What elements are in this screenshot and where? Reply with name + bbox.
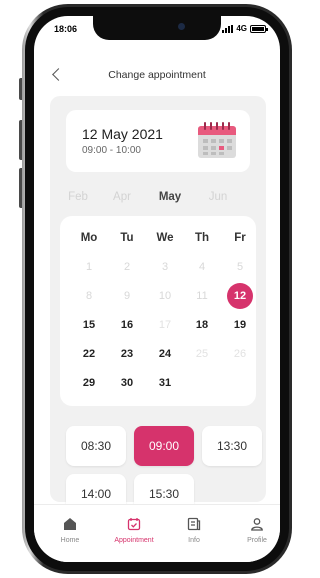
weekday-header: Fr — [234, 232, 246, 244]
weekday-header: Th — [194, 232, 210, 244]
calendar-day: 26 — [233, 348, 247, 360]
bottom-tab-bar: Home Appointment Info Profile — [34, 504, 280, 562]
tab-appointment[interactable]: Appointment — [104, 517, 164, 544]
appointment-time-range: 09:00 - 10:00 — [82, 145, 141, 156]
calendar-day[interactable]: 23 — [112, 341, 142, 367]
calendar-day: 10 — [158, 290, 172, 302]
person-icon — [227, 517, 280, 531]
calendar-day-selected[interactable]: 12 — [227, 283, 253, 309]
calendar-day[interactable]: 31 — [150, 370, 180, 396]
month-tab-jun[interactable]: Jun — [209, 191, 228, 203]
calendar-illustration-icon — [198, 122, 236, 158]
phone-frame: 18:06 4G Change appointment 12 May 2021 … — [22, 4, 292, 574]
calendar-day: 8 — [85, 290, 93, 302]
calendar-day: 5 — [236, 261, 244, 273]
calendar-day: 25 — [195, 348, 209, 360]
calendar-day: 2 — [123, 261, 131, 273]
time-slot-selected[interactable]: 09:00 — [134, 426, 194, 466]
network-label: 4G — [236, 24, 247, 33]
weekday-header: Tu — [120, 232, 134, 244]
calendar-day[interactable]: 29 — [74, 370, 104, 396]
status-indicators: 4G — [222, 24, 268, 33]
battery-icon — [250, 24, 268, 33]
tab-label: Profile — [247, 537, 267, 544]
month-tab-apr[interactable]: Apr — [113, 191, 131, 203]
tab-label: Home — [60, 537, 80, 544]
status-bar: 18:06 4G — [54, 24, 268, 40]
appointment-panel: 12 May 2021 09:00 - 10:00 Feb Apr May Ju… — [50, 96, 266, 514]
calendar-day[interactable]: 19 — [225, 312, 255, 338]
calendar-day[interactable]: 24 — [150, 341, 180, 367]
calendar-day[interactable]: 30 — [112, 370, 142, 396]
month-tab-feb[interactable]: Feb — [68, 191, 88, 203]
tab-info[interactable]: Info — [164, 517, 224, 544]
document-icon — [164, 517, 224, 531]
app-header: Change appointment — [34, 56, 280, 96]
calendar-day: 17 — [158, 319, 172, 331]
time-slot[interactable]: 13:30 — [202, 426, 262, 466]
time-slot[interactable]: 08:30 — [66, 426, 126, 466]
app-screen: 18:06 4G Change appointment 12 May 2021 … — [34, 16, 280, 562]
calendar-day: 4 — [198, 261, 206, 273]
tab-profile[interactable]: Profile — [227, 517, 280, 544]
calendar-day: 11 — [196, 290, 208, 302]
calendar-day[interactable]: 18 — [187, 312, 217, 338]
signal-icon — [222, 24, 234, 33]
home-icon — [40, 517, 100, 531]
calendar-check-icon — [104, 517, 164, 531]
phone-bezel: 18:06 4G Change appointment 12 May 2021 … — [25, 7, 289, 571]
month-selector: Feb Apr May Jun — [50, 191, 266, 207]
calendar-day: 3 — [161, 261, 169, 273]
month-tab-may[interactable]: May — [159, 191, 181, 203]
calendar-day[interactable]: 16 — [112, 312, 142, 338]
calendar-day: 1 — [85, 261, 93, 273]
calendar-day: 9 — [123, 290, 131, 302]
calendar-grid: Mo Tu We Th Fr 1 2 3 4 5 8 9 10 11 12 15 16 17 18 19 22 23 24 2… — [60, 216, 256, 406]
page-title: Change appointment — [108, 69, 206, 81]
selected-date-card: 12 May 2021 09:00 - 10:00 — [66, 110, 250, 172]
calendar-day[interactable]: 15 — [74, 312, 104, 338]
tab-label: Appointment — [114, 537, 154, 544]
appointment-date: 12 May 2021 — [82, 126, 163, 142]
tab-home[interactable]: Home — [40, 517, 100, 544]
weekday-header: We — [156, 232, 174, 244]
tab-label: Info — [188, 537, 200, 544]
calendar-day[interactable]: 22 — [74, 341, 104, 367]
weekday-header: Mo — [80, 232, 98, 244]
status-time: 18:06 — [54, 24, 78, 34]
